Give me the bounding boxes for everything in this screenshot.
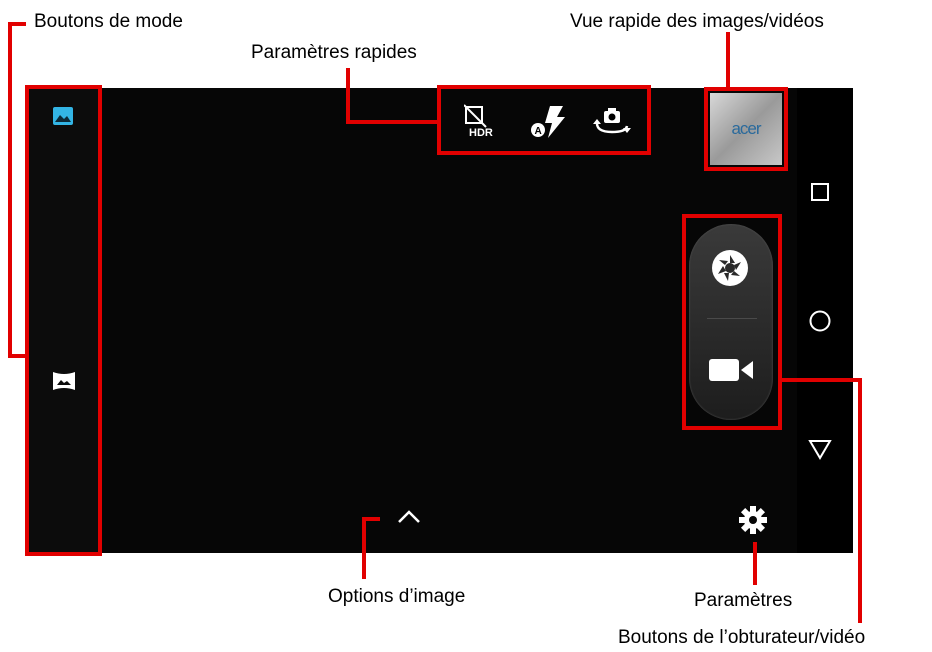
gear-icon[interactable] <box>738 505 768 535</box>
shutter-leader-horizontal <box>778 378 862 382</box>
triangle-icon[interactable] <box>808 438 832 460</box>
quick-view-leader <box>726 32 730 88</box>
settings-leader <box>753 542 757 585</box>
image-options-label: Options d’image <box>328 586 466 607</box>
circle-icon[interactable] <box>808 309 832 333</box>
mode-buttons-highlight <box>25 85 102 556</box>
mode-buttons-label: Boutons de mode <box>34 11 183 32</box>
shutter-leader-vertical <box>858 378 862 623</box>
quick-settings-leader-horizontal <box>346 120 438 124</box>
quick-settings-label: Paramètres rapides <box>251 42 417 63</box>
mode-leader-top <box>8 22 26 26</box>
square-icon[interactable] <box>810 182 830 202</box>
chevron-up-icon[interactable] <box>396 508 422 526</box>
quick-settings-highlight <box>437 85 651 155</box>
quick-view-highlight <box>704 87 788 171</box>
shutter-video-label: Boutons de l’obturateur/vidéo <box>618 627 866 648</box>
mode-leader-vertical <box>8 22 12 358</box>
mode-leader-bottom <box>8 354 27 358</box>
image-options-leader-vertical <box>362 517 366 579</box>
shutter-buttons-highlight <box>682 214 782 430</box>
settings-label: Paramètres <box>694 590 793 611</box>
quick-view-label: Vue rapide des images/vidéos <box>570 11 824 32</box>
quick-settings-leader-vertical <box>346 68 350 124</box>
